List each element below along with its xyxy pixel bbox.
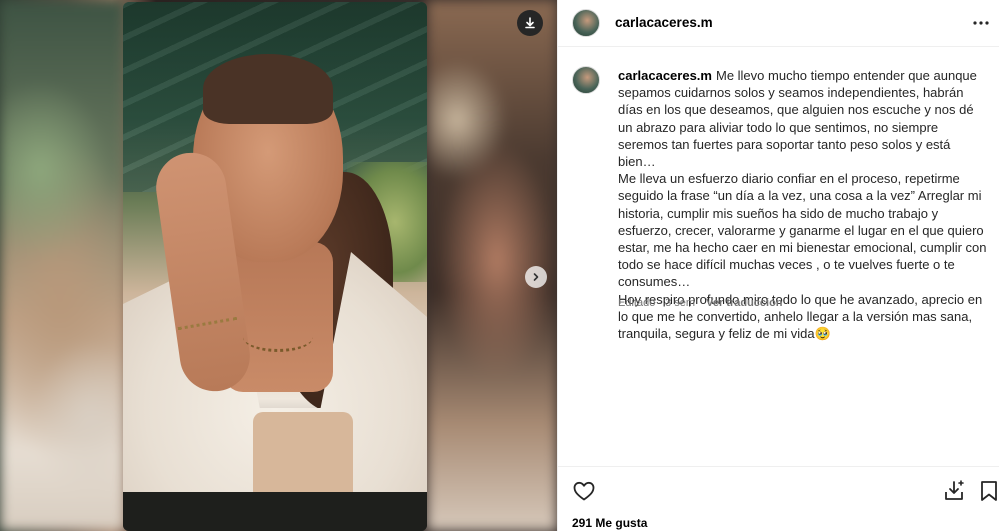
caption-line-2: Me lleva un esfuerzo diario confiar en e… (618, 171, 987, 290)
photo-necklace (243, 322, 313, 352)
post-photo[interactable] (123, 2, 427, 531)
post-header: carlacaceres.m (558, 0, 999, 47)
caption-username[interactable]: carlacaceres.m (618, 68, 712, 83)
photo-top (253, 412, 353, 502)
post-actions (558, 466, 999, 512)
next-media-button[interactable] (525, 266, 547, 288)
chevron-right-icon (533, 273, 539, 281)
caption-block: carlacaceres.m Me llevo mucho tiempo ente… (558, 52, 999, 467)
edited-timestamp: Editado · 3 sem (618, 297, 696, 309)
bookmark-icon[interactable] (978, 479, 999, 503)
header-username[interactable]: carlacaceres.m (615, 15, 713, 30)
photo-table (123, 492, 427, 531)
photo-head (203, 54, 333, 124)
likes-count[interactable]: 291 Me gusta (572, 516, 647, 530)
save-to-device-icon[interactable] (942, 479, 966, 503)
media-download-button[interactable] (517, 10, 543, 36)
more-options-button[interactable] (969, 13, 993, 33)
caption-meta: Editado · 3 sem Ver traducción (618, 297, 783, 309)
see-translation-link[interactable]: Ver traducción (706, 297, 782, 309)
more-options-icon (973, 21, 989, 25)
avatar[interactable] (572, 9, 600, 37)
heart-icon[interactable] (572, 479, 596, 503)
media-area (0, 0, 557, 531)
caption-avatar[interactable] (572, 66, 600, 94)
download-icon (525, 17, 535, 29)
caption-line-1: Me llevo mucho tiempo entender que aunqu… (618, 68, 977, 170)
post-side-panel: carlacaceres.m carlacaceres.m Me llevo mu… (557, 0, 999, 531)
caption-paragraph: carlacaceres.m Me llevo mucho tiempo ente… (618, 67, 990, 170)
blurred-background-left (0, 0, 125, 531)
